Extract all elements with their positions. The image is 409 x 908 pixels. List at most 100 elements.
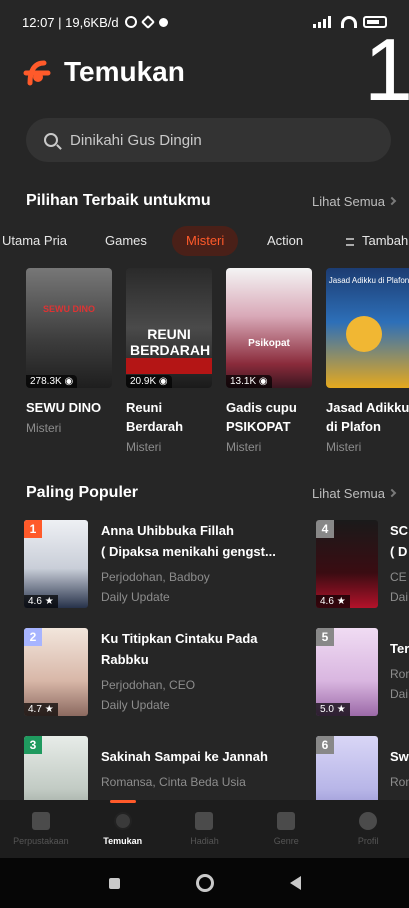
rank-badge: 6 <box>316 736 334 754</box>
overlay-number: 1 <box>364 20 409 119</box>
cover-title-art: Psikopat <box>248 338 290 349</box>
rating-value: 4.6 <box>320 596 334 607</box>
recommended-heading: Pilihan Terbaik untukmu <box>26 192 211 209</box>
eye-icon: ◉ <box>158 376 168 387</box>
wifi-icon <box>341 16 357 28</box>
popular-item[interactable]: 1 4.6 ★ Anna Uhibbuka Fillah ( Dipaksa m… <box>24 520 294 610</box>
rating-badge: 4.6 ★ <box>316 595 350 608</box>
book-tags: CE <box>390 570 407 584</box>
book-card[interactable]: REUNI BERDARAH 20.9K ◉ Reuni Berdarah Mi… <box>126 268 212 454</box>
search-placeholder: Dinikahi Gus Dingin <box>70 131 202 149</box>
book-cover: Psikopat 13.1K ◉ <box>226 268 312 388</box>
book-cover: 2 4.7 ★ <box>24 628 88 716</box>
star-icon: ★ <box>44 596 54 607</box>
book-genre: Misteri <box>226 440 262 454</box>
status-time: 12:07 | 19,6KB/d <box>22 14 119 30</box>
book-tags: Ron <box>390 775 409 789</box>
views-badge: 20.9K ◉ <box>126 375 172 388</box>
views-badge: 278.3K ◉ <box>26 375 78 388</box>
book-subtitle: ( D <box>390 544 408 559</box>
popular-see-all-link[interactable]: Lihat Semua <box>312 485 397 501</box>
system-navigation-bar <box>0 858 409 908</box>
chip-utama-pria[interactable]: Utama Pria <box>0 226 81 256</box>
nav-item-library[interactable]: Perpustakaan <box>0 800 82 858</box>
eye-icon: ◉ <box>258 376 268 387</box>
nav-label: Perpustakaan <box>13 836 69 846</box>
back-button[interactable] <box>289 876 301 890</box>
rank-badge: 2 <box>24 628 42 646</box>
rank-badge: 1 <box>24 520 42 538</box>
star-icon: ★ <box>336 596 346 607</box>
book-title: SEWU DINO <box>26 400 102 415</box>
chevron-right-icon <box>387 488 397 498</box>
genre-chip-row: Utama Pria Games Misteri Action Tambah <box>0 226 409 256</box>
popular-item[interactable]: 2 4.7 ★ Ku Titipkan Cintaku Pada Rabbku … <box>24 628 294 718</box>
book-genre: Misteri <box>326 440 362 454</box>
views-count: 13.1K <box>230 376 257 387</box>
bottom-navigation: Perpustakaan Temukan Hadiah Genre Profil <box>0 800 409 858</box>
compass-icon <box>113 812 132 830</box>
nav-item-profile[interactable]: Profil <box>327 800 409 858</box>
signal-icon <box>313 16 335 28</box>
nav-item-rewards[interactable]: Hadiah <box>164 800 246 858</box>
rating-badge: 4.7 ★ <box>24 703 58 716</box>
app-screen: 12:07 | 19,6KB/d Temukan 1 Dinikahi Gus … <box>0 0 409 908</box>
chip-games[interactable]: Games <box>91 226 161 256</box>
grid-icon <box>277 812 296 830</box>
update-frequency: Daily Update <box>101 590 170 604</box>
rank-badge: 5 <box>316 628 334 646</box>
cover-blood-art <box>126 358 212 374</box>
book-card[interactable]: Jasad Adikku di Plafon Jasad Adikku di P… <box>326 268 409 454</box>
cover-title-art: REUNI BERDARAH <box>130 326 211 358</box>
chip-action[interactable]: Action <box>253 226 317 256</box>
book-cover: Jasad Adikku di Plafon <box>326 268 409 388</box>
views-badge: 13.1K ◉ <box>226 375 272 388</box>
popular-item[interactable]: 5 5.0 ★ Ter Ron Dai <box>316 628 409 718</box>
book-card[interactable]: Psikopat 13.1K ◉ Gadis cupu PSIKOPAT Mis… <box>226 268 312 454</box>
gift-icon <box>195 812 214 830</box>
chip-tambah-label: Tambah <box>362 233 409 248</box>
book-title: Gadis cupu PSIKOPAT <box>226 400 297 434</box>
recommended-see-all-link[interactable]: Lihat Semua <box>312 193 397 209</box>
book-title: Jasad Adikku di Plafon <box>326 400 409 434</box>
chip-tambah[interactable]: Tambah <box>332 226 409 256</box>
rating-value: 5.0 <box>320 704 334 715</box>
book-cover: 4 4.6 ★ <box>316 520 378 608</box>
home-button[interactable] <box>195 874 214 892</box>
book-title: Sakinah Sampai ke Jannah <box>101 749 268 764</box>
book-title: Ku Titipkan Cintaku Pada <box>101 631 258 646</box>
nav-label: Hadiah <box>190 836 219 846</box>
rating-badge: 4.6 ★ <box>24 595 58 608</box>
book-cover: 5 5.0 ★ <box>316 628 378 716</box>
nav-item-genre[interactable]: Genre <box>245 800 327 858</box>
book-tags: Perjodohan, CEO <box>101 678 196 692</box>
recents-button[interactable] <box>108 877 120 889</box>
profile-icon <box>359 812 378 830</box>
book-cover: 1 4.6 ★ <box>24 520 88 608</box>
location-icon <box>140 14 155 30</box>
coin-icon <box>346 316 382 352</box>
rating-badge: 5.0 ★ <box>316 703 350 716</box>
book-cover: REUNI BERDARAH 20.9K ◉ <box>126 268 212 388</box>
book-cover: SEWU DINO 278.3K ◉ <box>26 268 112 388</box>
nav-label: Temukan <box>103 836 143 846</box>
book-title: Sw <box>390 749 409 764</box>
book-card[interactable]: SEWU DINO 278.3K ◉ SEWU DINO Misteri <box>26 268 112 435</box>
search-bar[interactable]: Dinikahi Gus Dingin <box>26 118 391 162</box>
chevron-right-icon <box>387 196 397 206</box>
see-all-label: Lihat Semua <box>312 485 385 501</box>
popular-heading: Paling Populer <box>26 484 139 501</box>
book-tags: Ron <box>390 667 409 681</box>
star-icon: ★ <box>44 704 54 715</box>
page-title: Temukan <box>64 56 185 87</box>
book-tags: Perjodohan, Badboy <box>101 570 210 584</box>
views-count: 278.3K <box>30 376 62 387</box>
nav-label: Genre <box>273 836 299 846</box>
book-tags: Romansa, Cinta Beda Usia <box>101 775 246 789</box>
nav-item-discover[interactable]: Temukan <box>82 800 164 858</box>
chip-misteri[interactable]: Misteri <box>172 226 239 256</box>
search-icon <box>44 133 58 147</box>
views-count: 20.9K <box>130 376 157 387</box>
popular-item[interactable]: 4 4.6 ★ SC ( D CE Dai <box>316 520 409 610</box>
see-all-label: Lihat Semua <box>312 193 385 209</box>
